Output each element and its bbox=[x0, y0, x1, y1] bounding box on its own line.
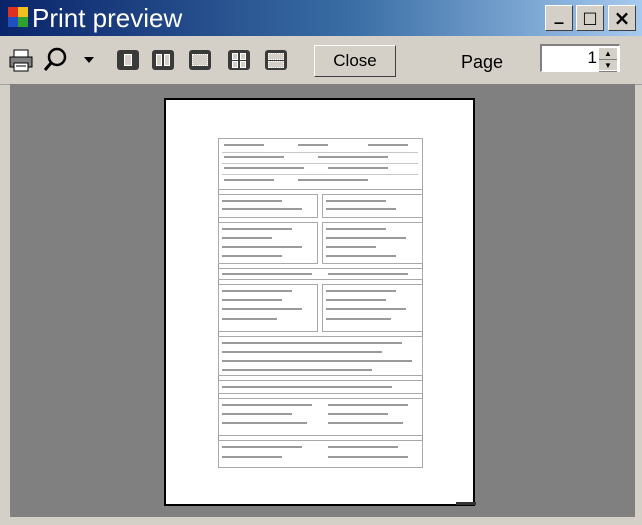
three-pages-layout-button[interactable] bbox=[189, 50, 211, 70]
page-label: Page bbox=[461, 52, 504, 72]
page-spinner[interactable]: ▲ ▼ bbox=[599, 48, 617, 72]
spin-down-icon[interactable]: ▼ bbox=[599, 60, 617, 72]
title-bar[interactable]: Print preview _ □ × bbox=[0, 0, 642, 36]
close-button[interactable]: Close bbox=[314, 45, 396, 77]
app-icon bbox=[8, 7, 28, 27]
dropdown-arrow-icon[interactable] bbox=[83, 55, 95, 65]
spin-up-icon[interactable]: ▲ bbox=[599, 48, 617, 60]
magnifier-icon[interactable] bbox=[42, 46, 70, 74]
page-number-input[interactable]: 1 ▲ ▼ bbox=[540, 44, 620, 72]
page-number-value: 1 bbox=[587, 48, 597, 67]
document-thumbnail bbox=[218, 138, 423, 468]
two-pages-layout-button[interactable] bbox=[152, 50, 174, 70]
close-icon: × bbox=[613, 6, 631, 30]
one-page-layout-button[interactable] bbox=[117, 50, 139, 70]
window-title: Print preview bbox=[32, 3, 183, 33]
close-window-button[interactable]: × bbox=[608, 5, 636, 31]
minimize-icon: _ bbox=[554, 4, 564, 25]
maximize-icon: □ bbox=[582, 8, 598, 27]
printer-icon[interactable] bbox=[8, 48, 36, 74]
page-shadow bbox=[456, 502, 476, 505]
four-pages-layout-button[interactable] bbox=[228, 50, 250, 70]
six-pages-layout-button[interactable] bbox=[265, 50, 287, 70]
maximize-button[interactable]: □ bbox=[576, 5, 604, 31]
minimize-button[interactable]: _ bbox=[545, 5, 573, 31]
preview-page bbox=[164, 98, 475, 506]
